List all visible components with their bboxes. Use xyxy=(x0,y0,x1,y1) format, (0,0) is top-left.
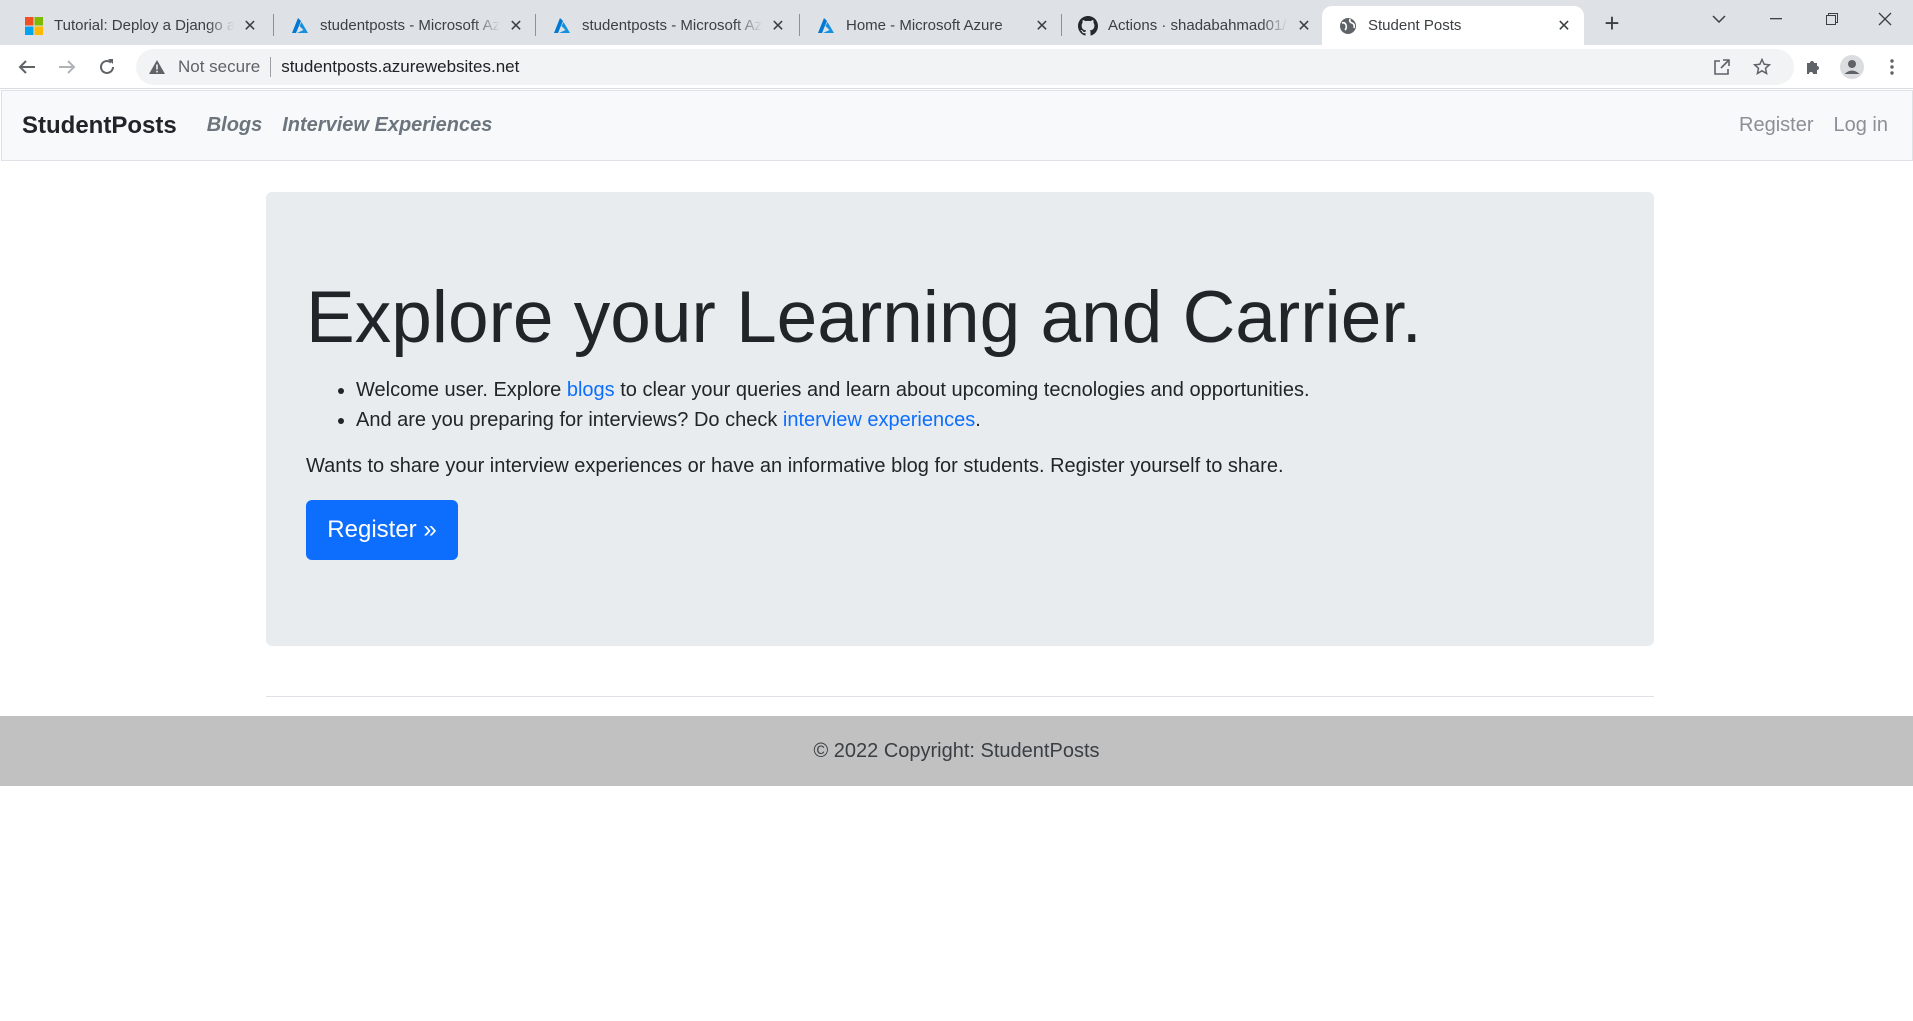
browser-tab[interactable]: studentposts - Microsoft Azure ✕ xyxy=(274,6,536,45)
nav-link-interview-experiences[interactable]: Interview Experiences xyxy=(282,114,492,137)
azure-icon xyxy=(552,16,572,36)
profile-avatar-icon[interactable] xyxy=(1836,51,1868,83)
reload-icon[interactable] xyxy=(91,51,123,83)
close-window-icon[interactable] xyxy=(1857,0,1913,38)
tab-title: studentposts - Microsoft Azure xyxy=(320,17,500,34)
site-brand[interactable]: StudentPosts xyxy=(22,112,177,140)
auth-links: Register Log in xyxy=(1739,114,1888,137)
address-bar[interactable]: Not secure studentposts.azurewebsites.ne… xyxy=(136,49,1794,85)
forward-arrow-icon[interactable] xyxy=(51,51,83,83)
close-tab-icon[interactable]: ✕ xyxy=(1032,16,1052,36)
tab-search-chevron-icon[interactable] xyxy=(1691,0,1747,38)
minimize-icon[interactable] xyxy=(1748,0,1804,38)
new-tab-button[interactable]: + xyxy=(1596,8,1628,38)
security-status[interactable]: Not secure xyxy=(178,57,260,77)
url-text[interactable]: studentposts.azurewebsites.net xyxy=(281,57,519,77)
browser-tab[interactable]: Actions · shadabahmad01/StudentPosts ✕ xyxy=(1062,6,1324,45)
browser-tab-strip: Tutorial: Deploy a Django app ✕ studentp… xyxy=(0,0,1913,45)
tab-title: Student Posts xyxy=(1368,17,1462,34)
tab-title: studentposts - Microsoft Azure xyxy=(582,17,762,34)
hero-bullet-list: Welcome user. Explore blogs to clear you… xyxy=(356,375,1614,435)
bullet-text: Welcome user. Explore xyxy=(356,378,567,401)
close-tab-icon[interactable]: ✕ xyxy=(768,16,788,36)
browser-tab[interactable]: studentposts - Microsoft Azure ✕ xyxy=(536,6,798,45)
copyright-text: © 2022 Copyright: StudentPosts xyxy=(813,739,1100,762)
browser-toolbar: Not secure studentposts.azurewebsites.ne… xyxy=(0,45,1913,89)
close-tab-icon[interactable]: ✕ xyxy=(506,16,526,36)
hero-jumbotron: Explore your Learning and Carrier. Welco… xyxy=(266,192,1654,646)
back-arrow-icon[interactable] xyxy=(11,51,43,83)
extensions-icon[interactable] xyxy=(1797,51,1829,83)
interview-experiences-link[interactable]: interview experiences xyxy=(783,409,975,431)
web-page: StudentPosts Blogs Interview Experiences… xyxy=(0,90,1913,1021)
share-icon[interactable] xyxy=(1706,51,1738,83)
close-tab-icon[interactable]: ✕ xyxy=(1294,16,1314,36)
bookmark-star-icon[interactable] xyxy=(1746,51,1778,83)
tab-title: Tutorial: Deploy a Django app xyxy=(54,17,234,34)
browser-tab[interactable]: Tutorial: Deploy a Django app ✕ xyxy=(8,6,270,45)
nav-link-register[interactable]: Register xyxy=(1739,114,1813,137)
browser-tab-active[interactable]: Student Posts ✕ xyxy=(1322,6,1584,45)
azure-icon xyxy=(816,16,836,36)
divider xyxy=(266,696,1654,697)
tab-title: Actions · shadabahmad01/StudentPosts xyxy=(1108,17,1288,34)
register-button[interactable]: Register » xyxy=(306,499,458,560)
hero-heading: Explore your Learning and Carrier. xyxy=(306,277,1422,358)
list-item: Welcome user. Explore blogs to clear you… xyxy=(356,375,1614,405)
omnibox-divider xyxy=(270,57,272,77)
browser-tab[interactable]: Home - Microsoft Azure ✕ xyxy=(800,6,1062,45)
close-tab-icon[interactable]: ✕ xyxy=(240,16,260,36)
warning-icon[interactable] xyxy=(148,58,166,76)
close-tab-icon[interactable]: ✕ xyxy=(1554,16,1574,36)
hero-lead-text: Wants to share your interview experience… xyxy=(306,454,1284,477)
github-icon xyxy=(1078,15,1098,36)
blogs-link[interactable]: blogs xyxy=(567,379,615,401)
site-footer: © 2022 Copyright: StudentPosts xyxy=(0,716,1913,786)
restore-icon[interactable] xyxy=(1804,0,1860,38)
tab-title: Home - Microsoft Azure xyxy=(846,17,1003,34)
site-navbar: StudentPosts Blogs Interview Experiences… xyxy=(1,90,1913,161)
bullet-text: to clear your queries and learn about up… xyxy=(614,378,1310,401)
bullet-text: And are you preparing for interviews? Do… xyxy=(356,408,783,431)
globe-icon xyxy=(1338,16,1358,36)
azure-icon xyxy=(290,16,310,36)
bullet-text: . xyxy=(975,408,981,431)
nav-link-blogs[interactable]: Blogs xyxy=(207,114,263,137)
nav-link-login[interactable]: Log in xyxy=(1834,114,1889,137)
list-item: And are you preparing for interviews? Do… xyxy=(356,405,1614,435)
more-menu-icon[interactable] xyxy=(1876,51,1908,83)
microsoft-icon xyxy=(24,16,44,36)
